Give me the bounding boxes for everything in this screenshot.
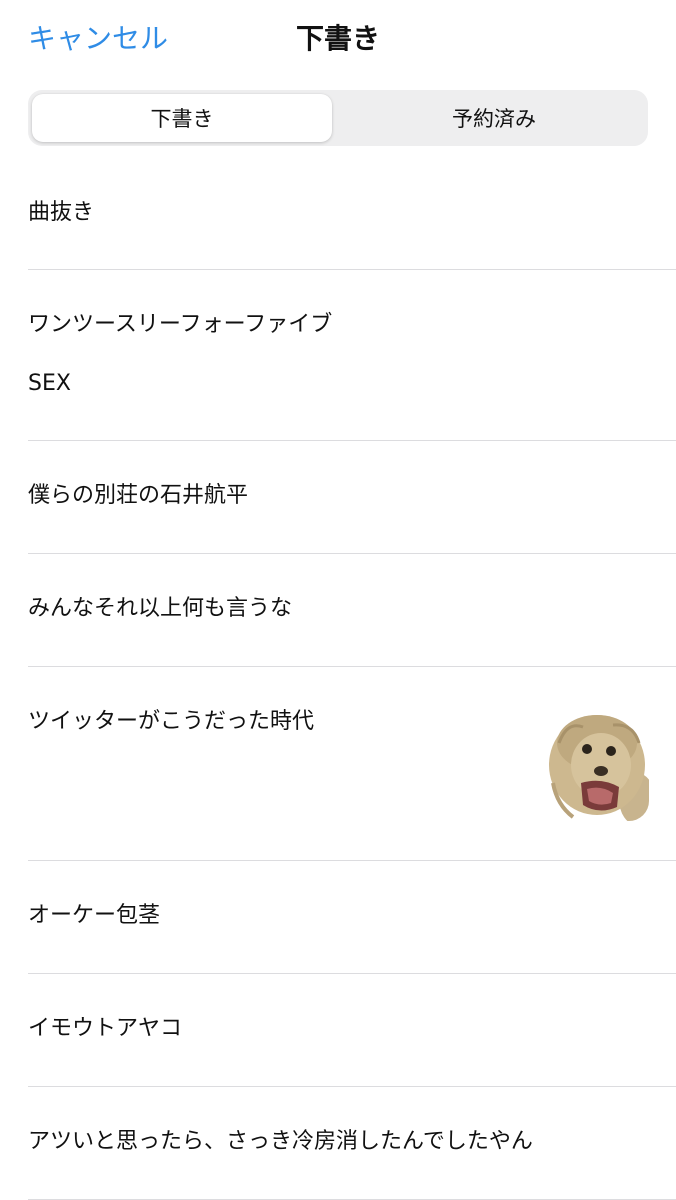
segmented-control: 下書き 予約済み (28, 90, 648, 146)
draft-row[interactable]: オーケー包茎 (0, 861, 676, 974)
draft-text: SEX (28, 371, 71, 396)
draft-text: アツいと思ったら、さっき冷房消したんでしたやん (28, 1129, 533, 1154)
tab-drafts[interactable]: 下書き (32, 94, 332, 142)
draft-row[interactable]: ツイッターがこうだった時代 (0, 667, 676, 861)
draft-text: 僕らの別荘の石井航平 (28, 483, 249, 508)
draft-row[interactable]: イモウトアヤコ (0, 974, 676, 1087)
draft-text: ツイッターがこうだった時代 (28, 709, 315, 734)
drafts-list: 曲抜き ワンツースリーフォーファイブ SEX 僕らの別荘の石井航平 みんなそれ以… (0, 158, 676, 1200)
tab-scheduled[interactable]: 予約済み (344, 94, 644, 142)
draft-row[interactable]: ワンツースリーフォーファイブ SEX (0, 270, 676, 441)
draft-text: イモウトアヤコ (28, 1016, 183, 1041)
draft-row[interactable]: 曲抜き (0, 158, 676, 270)
page-title: 下書き (295, 22, 380, 55)
drafts-sheet: キャンセル 下書き 下書き 予約済み 曲抜き ワンツースリーフォーファイブ SE… (0, 0, 676, 1200)
draft-row[interactable]: みんなそれ以上何も言うな (0, 554, 676, 667)
draft-row[interactable]: アツいと思ったら、さっき冷房消したんでしたやん (0, 1087, 676, 1200)
draft-row[interactable]: 僕らの別荘の石井航平 (0, 441, 676, 554)
lion-head-photo-icon (547, 713, 649, 821)
draft-text: オーケー包茎 (28, 903, 161, 928)
draft-text: 曲抜き (28, 200, 95, 225)
draft-text: みんなそれ以上何も言うな (28, 596, 293, 621)
draft-text: ワンツースリーフォーファイブ (28, 312, 333, 337)
